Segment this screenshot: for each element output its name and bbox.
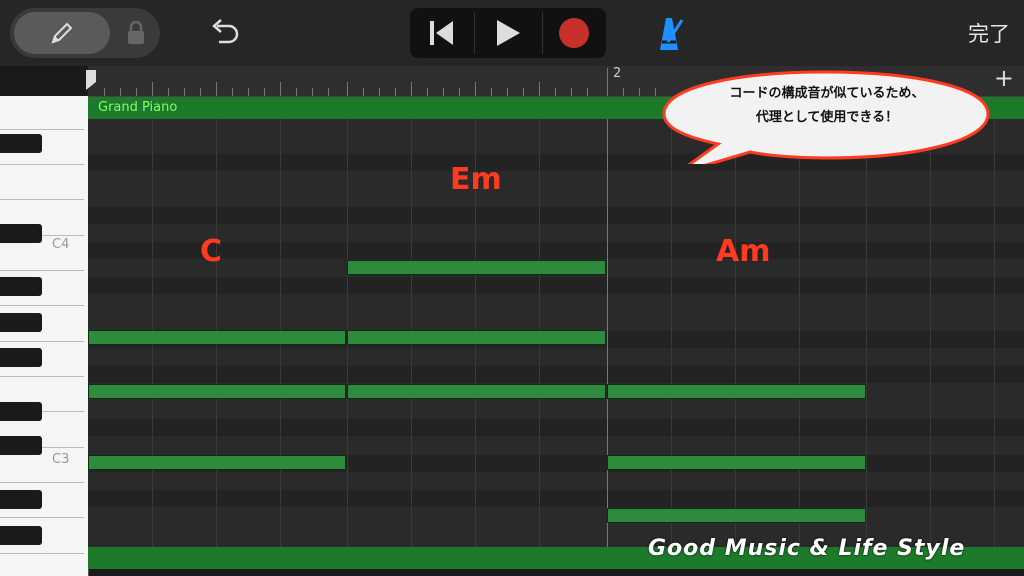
metronome-icon bbox=[660, 18, 684, 50]
add-bar-button[interactable]: + bbox=[994, 64, 1014, 92]
chord-label-c: C bbox=[200, 234, 223, 269]
done-button[interactable]: 完了 bbox=[968, 18, 1010, 48]
callout-line-2: 代理として使用できる！ bbox=[755, 110, 899, 125]
key-label-c3: C3 bbox=[52, 452, 70, 467]
transport-controls bbox=[410, 8, 606, 58]
metronome-button[interactable] bbox=[648, 12, 688, 54]
piano-roll-grid[interactable] bbox=[88, 119, 1024, 547]
record-icon bbox=[559, 18, 589, 48]
pencil-tool-button[interactable] bbox=[14, 12, 110, 54]
midi-note[interactable] bbox=[347, 384, 606, 399]
play-icon bbox=[497, 20, 520, 46]
midi-note[interactable] bbox=[88, 384, 346, 399]
callout-text: コードの構成音が似ているため、 代理として使用できる！ bbox=[668, 82, 986, 130]
pencil-icon bbox=[51, 22, 73, 44]
key-label-c4: C4 bbox=[52, 237, 70, 252]
play-button[interactable] bbox=[478, 8, 538, 58]
midi-note[interactable] bbox=[607, 384, 866, 399]
lock-button[interactable] bbox=[118, 12, 154, 54]
skip-back-icon bbox=[430, 21, 453, 45]
undo-button[interactable] bbox=[205, 15, 245, 51]
bar-number: 2 bbox=[613, 66, 622, 81]
chord-label-em: Em bbox=[450, 162, 502, 197]
midi-note[interactable] bbox=[347, 330, 606, 345]
record-button[interactable] bbox=[544, 8, 604, 58]
watermark-text: Good Music & Life Style bbox=[648, 536, 966, 561]
go-to-beginning-button[interactable] bbox=[412, 8, 472, 58]
midi-note[interactable] bbox=[607, 455, 866, 470]
chord-label-am: Am bbox=[716, 234, 771, 269]
midi-note[interactable] bbox=[607, 508, 866, 523]
lock-icon bbox=[128, 20, 144, 44]
midi-note[interactable] bbox=[88, 455, 346, 470]
midi-note[interactable] bbox=[88, 330, 346, 345]
tool-selector bbox=[10, 8, 160, 58]
undo-icon bbox=[212, 19, 239, 44]
piano-keyboard[interactable]: C4 C3 bbox=[0, 96, 89, 576]
midi-note[interactable] bbox=[347, 260, 606, 275]
track-name: Grand Piano bbox=[98, 100, 178, 115]
callout-line-1: コードの構成音が似ているため、 bbox=[729, 86, 925, 101]
top-toolbar: 完了 bbox=[0, 0, 1024, 66]
